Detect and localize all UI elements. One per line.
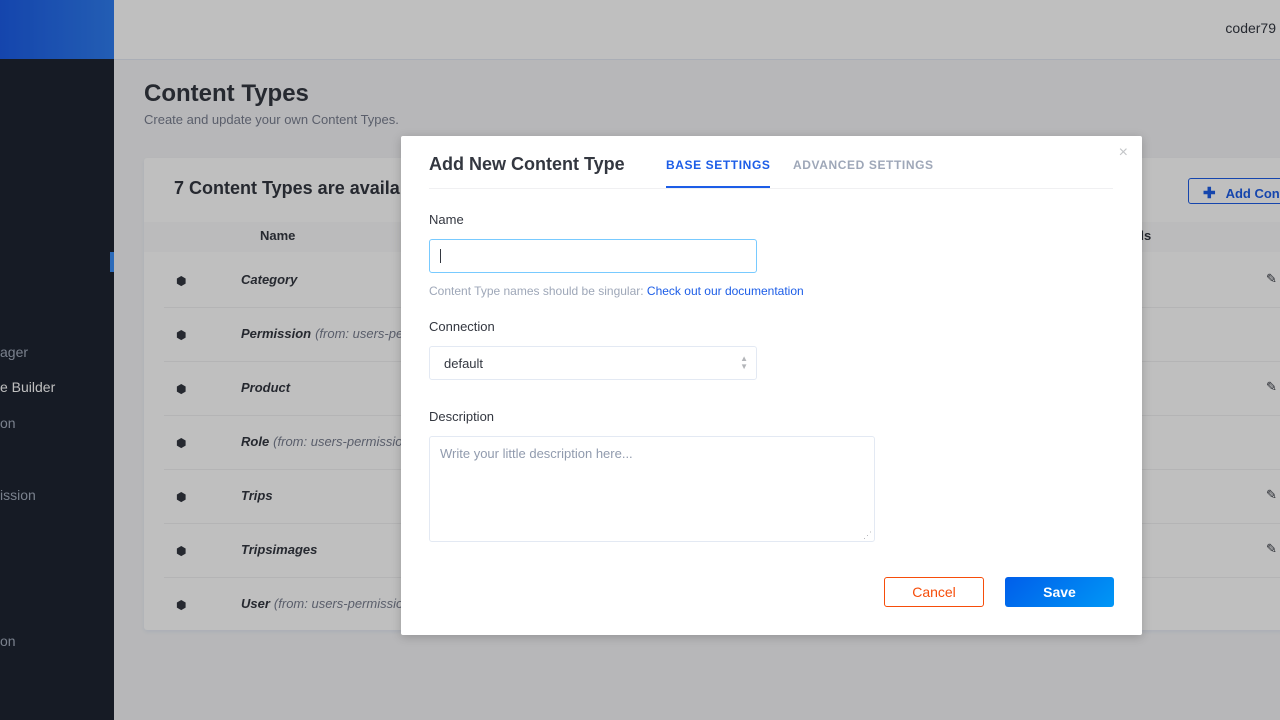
save-button[interactable]: Save <box>1005 577 1114 607</box>
connection-label: Connection <box>429 319 495 334</box>
description-label: Description <box>429 409 495 424</box>
connection-selected-value: default <box>444 356 484 371</box>
text-caret <box>440 249 441 263</box>
documentation-link[interactable]: Check out our documentation <box>647 284 804 298</box>
tab-advanced-settings[interactable]: ADVANCED SETTINGS <box>793 158 934 186</box>
add-content-type-modal: × BASE SETTINGS ADVANCED SETTINGS Add Ne… <box>401 136 1142 635</box>
name-input[interactable] <box>429 239 757 273</box>
name-label: Name <box>429 212 464 227</box>
cancel-button[interactable]: Cancel <box>884 577 984 607</box>
modal-title: Add New Content Type <box>429 154 625 174</box>
name-hint: Content Type names should be singular: C… <box>429 284 804 298</box>
resize-handle-icon[interactable]: ⋰ <box>863 530 872 541</box>
tab-base-settings[interactable]: BASE SETTINGS <box>666 158 771 188</box>
description-textarea[interactable] <box>429 436 875 542</box>
select-arrows-icon: ▲ ▼ <box>740 354 748 371</box>
connection-select[interactable]: default ▲ ▼ <box>429 346 757 380</box>
close-icon[interactable]: × <box>1119 144 1128 162</box>
